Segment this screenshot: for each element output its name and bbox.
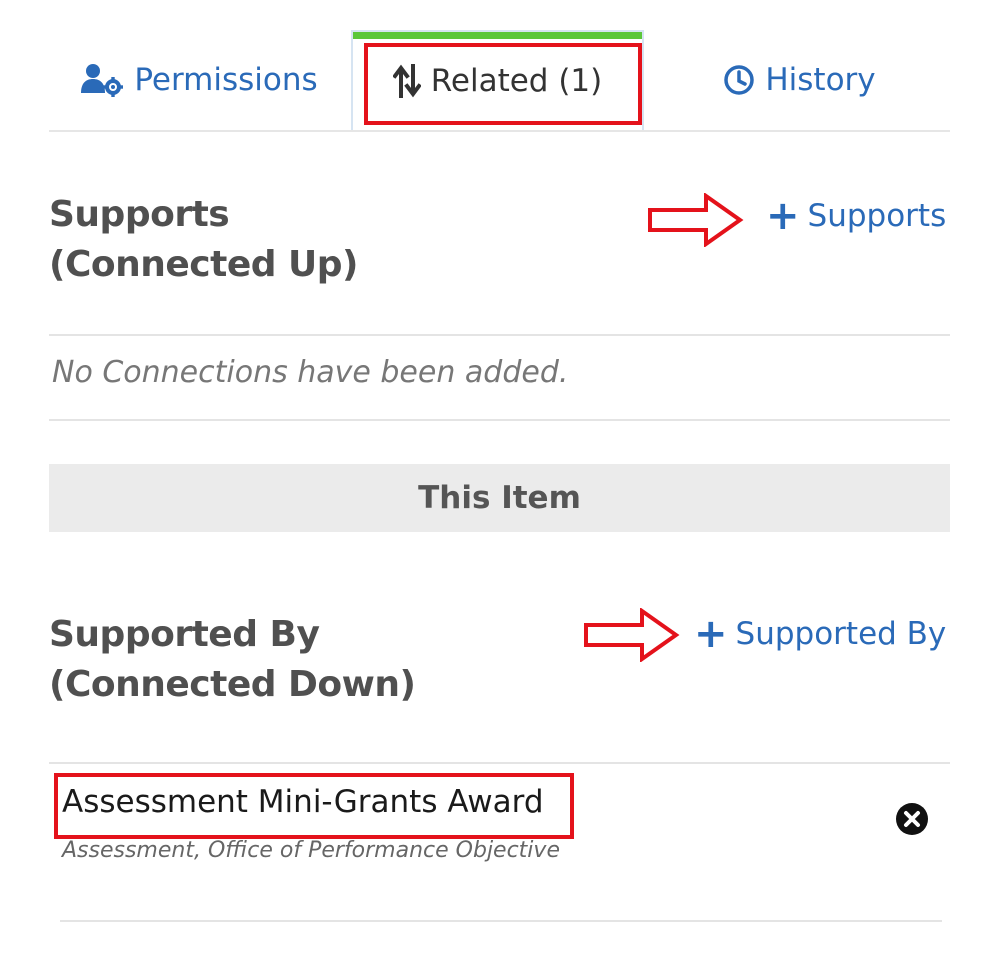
plus-icon: +	[766, 193, 800, 239]
divider	[49, 419, 950, 421]
add-supported-by-button[interactable]: + Supported By	[694, 614, 946, 654]
divider	[49, 762, 950, 764]
empty-connections-text: No Connections have been added.	[52, 355, 569, 390]
arrow-pointer-icon	[648, 192, 744, 251]
active-tab-indicator	[353, 32, 642, 39]
this-item-bar: This Item	[49, 464, 950, 532]
highlight-box-related-tab	[364, 43, 642, 125]
supports-heading-line2: (Connected Up)	[49, 244, 359, 285]
add-supports-label: Supports	[807, 198, 947, 234]
supports-heading-line1: Supports	[49, 194, 230, 235]
clock-icon	[723, 64, 755, 96]
supported-by-heading-line2: (Connected Down)	[49, 664, 416, 705]
related-panel: Permissions Related (1) History Supports…	[0, 0, 987, 974]
supported-by-heading: Supported By (Connected Down)	[49, 610, 416, 710]
remove-connection-icon[interactable]	[895, 802, 929, 836]
tab-history[interactable]: History	[649, 30, 950, 130]
divider	[49, 334, 950, 336]
tab-history-label: History	[765, 62, 876, 98]
connection-item-subtitle: Assessment, Office of Performance Object…	[62, 838, 560, 863]
tab-permissions[interactable]: Permissions	[49, 30, 349, 130]
tab-permissions-label: Permissions	[134, 62, 318, 98]
add-supported-by-label: Supported By	[735, 616, 947, 652]
divider	[60, 920, 942, 922]
highlight-box-connection-item	[54, 773, 574, 839]
users-gear-icon	[80, 63, 124, 97]
supported-by-heading-line1: Supported By	[49, 614, 320, 655]
arrow-pointer-icon	[584, 607, 680, 666]
supports-heading: Supports (Connected Up)	[49, 190, 359, 290]
add-supports-button[interactable]: + Supports	[766, 196, 946, 236]
plus-icon: +	[694, 611, 728, 657]
